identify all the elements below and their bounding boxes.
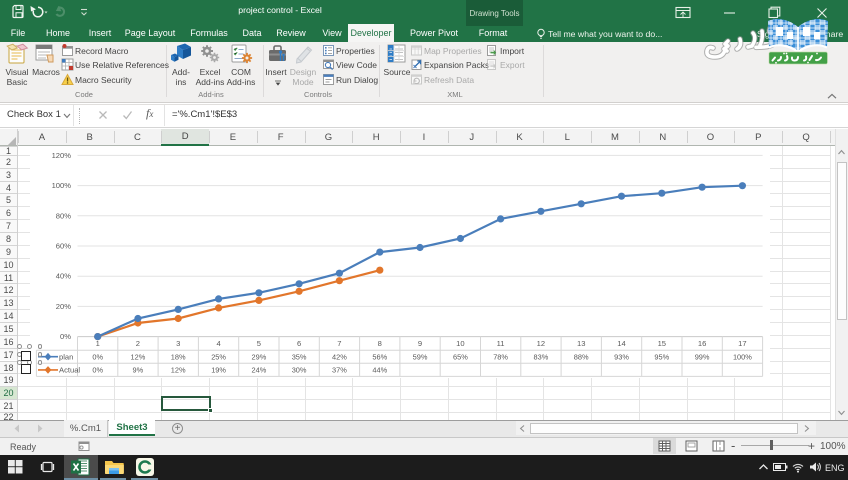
- svg-text:14: 14: [617, 339, 625, 348]
- svg-text:100%: 100%: [733, 353, 752, 362]
- svg-text:29%: 29%: [252, 353, 267, 362]
- svg-text:59%: 59%: [413, 353, 428, 362]
- svg-text:78%: 78%: [493, 353, 508, 362]
- svg-text:120%: 120%: [52, 151, 72, 160]
- svg-text:13: 13: [577, 339, 585, 348]
- svg-text:0%: 0%: [60, 332, 71, 341]
- svg-text:17: 17: [738, 339, 746, 348]
- svg-text:37%: 37%: [332, 366, 347, 375]
- svg-text:100%: 100%: [52, 181, 72, 190]
- svg-text:12%: 12%: [131, 353, 146, 362]
- svg-text:16: 16: [698, 339, 706, 348]
- svg-text:44%: 44%: [372, 366, 387, 375]
- svg-text:0%: 0%: [92, 353, 103, 362]
- svg-text:9%: 9%: [133, 366, 144, 375]
- svg-text:11: 11: [497, 339, 505, 348]
- svg-text:19%: 19%: [211, 366, 226, 375]
- svg-text:5: 5: [257, 339, 261, 348]
- svg-text:35%: 35%: [292, 353, 307, 362]
- svg-text:56%: 56%: [372, 353, 387, 362]
- svg-text:25%: 25%: [211, 353, 226, 362]
- svg-text:15: 15: [658, 339, 666, 348]
- svg-text:7: 7: [337, 339, 341, 348]
- svg-text:10: 10: [456, 339, 464, 348]
- svg-text:83%: 83%: [534, 353, 549, 362]
- svg-text:8: 8: [378, 339, 382, 348]
- svg-text:60%: 60%: [56, 242, 71, 251]
- svg-text:18%: 18%: [171, 353, 186, 362]
- svg-text:12: 12: [537, 339, 545, 348]
- svg-text:3: 3: [176, 339, 180, 348]
- svg-text:20%: 20%: [56, 302, 71, 311]
- svg-text:plan: plan: [59, 352, 73, 361]
- svg-text:95%: 95%: [654, 353, 669, 362]
- svg-text:30%: 30%: [292, 366, 307, 375]
- svg-text:12%: 12%: [171, 366, 186, 375]
- svg-text:99%: 99%: [695, 353, 710, 362]
- svg-text:42%: 42%: [332, 353, 347, 362]
- svg-text:93%: 93%: [614, 353, 629, 362]
- svg-text:9: 9: [418, 339, 422, 348]
- svg-text:0%: 0%: [92, 366, 103, 375]
- svg-text:4: 4: [216, 339, 220, 348]
- svg-text:Actual: Actual: [59, 366, 80, 375]
- svg-text:65%: 65%: [453, 353, 468, 362]
- svg-text:6: 6: [297, 339, 301, 348]
- svg-text:88%: 88%: [574, 353, 589, 362]
- svg-text:80%: 80%: [56, 211, 71, 220]
- svg-text:40%: 40%: [56, 272, 71, 281]
- svg-text:2: 2: [136, 339, 140, 348]
- svg-text:24%: 24%: [252, 366, 267, 375]
